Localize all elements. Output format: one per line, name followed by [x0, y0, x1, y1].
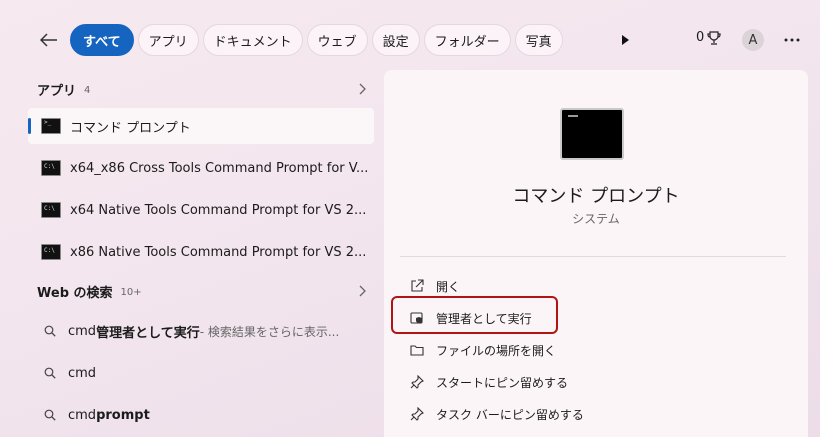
command-prompt-icon [41, 244, 61, 260]
web-section-count: 10+ [120, 286, 142, 298]
command-prompt-icon [41, 160, 61, 176]
suggestion-bold: prompt [96, 407, 150, 423]
suggestion-bold: 管理者として実行 [96, 325, 200, 341]
action-label: タスク バーにピン留めする [436, 407, 584, 422]
chevron-right-icon[interactable] [356, 82, 368, 96]
action-open-file-location[interactable]: ファイルの場所を開く [410, 334, 770, 366]
filter-settings[interactable]: 設定 [371, 24, 420, 56]
detail-subtitle: システム [572, 212, 620, 226]
points-value: 0 [696, 30, 705, 45]
rewards-points[interactable]: 0 [696, 30, 721, 45]
detail-title: コマンド プロンプト [512, 186, 680, 207]
suggestion-prefix: cmd [68, 323, 97, 339]
search-top-bar: すべて アプリ ドキュメント ウェブ 設定 フォルダー 写真 0 A [0, 0, 820, 80]
action-label: 開く [436, 279, 461, 294]
detail-panel: コマンド プロンプト システム 開く 管理者として実行 ファイルの場所を開く ス… [384, 70, 808, 437]
play-icon [622, 35, 629, 45]
action-run-as-admin[interactable]: 管理者として実行 [410, 302, 770, 334]
divider [400, 256, 786, 257]
pin-icon [410, 407, 424, 421]
action-list: 開く 管理者として実行 ファイルの場所を開く スタートにピン留めする タスク バ… [410, 270, 770, 430]
filter-web[interactable]: ウェブ [306, 24, 368, 56]
action-label: ファイルの場所を開く [436, 343, 557, 358]
ellipsis-icon [784, 38, 800, 42]
web-section-header: Web の検索 10+ [28, 272, 374, 310]
command-prompt-icon [41, 118, 61, 134]
action-open[interactable]: 開く [410, 270, 770, 302]
filter-folders[interactable]: フォルダー [423, 24, 511, 56]
web-suggestion[interactable]: cmd [28, 352, 374, 394]
web-suggestion[interactable]: cmd 管理者として実行 - 検索結果をさらに表示... [28, 310, 374, 352]
action-pin-to-taskbar[interactable]: タスク バーにピン留めする [410, 398, 770, 430]
open-external-icon [411, 279, 424, 292]
apps-section-title: アプリ [37, 83, 77, 99]
result-label: x64 Native Tools Command Prompt for VS 2… [70, 202, 367, 218]
action-label: 管理者として実行 [436, 311, 532, 326]
chevron-right-icon[interactable] [356, 284, 368, 298]
result-label: x64_x86 Cross Tools Command Prompt for V… [70, 160, 369, 176]
web-section-title: Web の検索 [37, 285, 113, 301]
back-arrow-icon [40, 33, 57, 47]
result-x64-native-prompt[interactable]: x64 Native Tools Command Prompt for VS 2… [28, 192, 374, 228]
filter-chips: すべて アプリ ドキュメント ウェブ 設定 フォルダー 写真 [70, 24, 563, 56]
apps-section-count: 4 [84, 84, 91, 96]
command-prompt-preview-icon [560, 108, 624, 160]
action-pin-to-start[interactable]: スタートにピン留めする [410, 366, 770, 398]
suggestion-prefix: cmd [68, 365, 97, 381]
action-label: スタートにピン留めする [436, 375, 569, 390]
folder-icon [410, 345, 424, 356]
apps-section-header: アプリ 4 [28, 70, 374, 108]
web-suggestion[interactable]: cmd prompt [28, 394, 374, 436]
trophy-icon [707, 30, 721, 45]
results-list: アプリ 4 コマンド プロンプト x64_x86 Cross Tools Com… [28, 70, 374, 436]
filter-all[interactable]: すべて [70, 24, 134, 56]
filter-apps[interactable]: アプリ [137, 24, 199, 56]
search-icon [44, 325, 56, 337]
more-options-button[interactable] [780, 29, 804, 51]
filter-documents[interactable]: ドキュメント [202, 24, 303, 56]
result-label: x86 Native Tools Command Prompt for VS 2… [70, 244, 367, 260]
search-icon [44, 367, 56, 379]
suggestion-hint: - 検索結果をさらに表示... [199, 324, 340, 339]
filter-photos[interactable]: 写真 [514, 24, 563, 56]
command-prompt-icon [41, 202, 61, 218]
result-x86-native-prompt[interactable]: x86 Native Tools Command Prompt for VS 2… [28, 234, 374, 270]
admin-shield-icon [410, 312, 423, 324]
result-label: コマンド プロンプト [70, 120, 191, 136]
avatar[interactable]: A [742, 29, 764, 51]
pin-icon [410, 375, 424, 389]
back-button[interactable] [36, 28, 62, 52]
suggestion-prefix: cmd [68, 407, 97, 423]
search-icon [44, 409, 56, 421]
result-cross-tools-prompt[interactable]: x64_x86 Cross Tools Command Prompt for V… [28, 150, 374, 186]
more-filters-button[interactable] [616, 31, 634, 49]
result-command-prompt[interactable]: コマンド プロンプト [28, 108, 374, 144]
